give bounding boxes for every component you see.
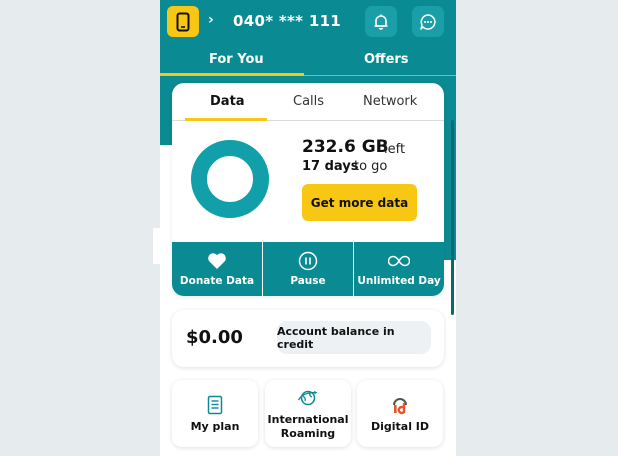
balance-card: $0.00 Account balance in credit xyxy=(172,310,444,367)
quick-actions: Donate Data Pause Unlimited Day xyxy=(172,242,444,296)
unlimited-day-button[interactable]: Unlimited Day xyxy=(353,242,444,296)
phone-icon[interactable] xyxy=(167,6,199,37)
tab-for-you[interactable]: For You xyxy=(209,52,264,67)
data-remaining-donut xyxy=(191,140,269,218)
pause-icon xyxy=(298,251,318,271)
bell-icon[interactable] xyxy=(365,6,397,37)
days-remaining-suffix: to go xyxy=(354,159,388,174)
international-roaming-label: International Roaming xyxy=(267,412,349,440)
days-remaining: 17 days xyxy=(302,159,359,174)
tab-network[interactable]: Network xyxy=(363,94,417,109)
app-screen: › 040* *** 111 For You Offers Data Calls… xyxy=(160,0,456,456)
tab-calls[interactable]: Calls xyxy=(293,94,324,109)
usage-tabs: Data Calls Network xyxy=(172,83,444,121)
digital-id-tile[interactable]: Digital ID xyxy=(357,380,443,447)
scrollbar[interactable] xyxy=(451,120,454,315)
unlimited-day-label: Unlimited Day xyxy=(357,275,441,287)
chevron-right-icon[interactable]: › xyxy=(208,12,214,28)
donate-data-label: Donate Data xyxy=(179,275,255,287)
get-more-data-button[interactable]: Get more data xyxy=(302,184,417,221)
balance-amount: $0.00 xyxy=(186,327,243,348)
globe-plane-icon xyxy=(297,387,319,409)
pause-label: Pause xyxy=(290,275,326,287)
pause-button[interactable]: Pause xyxy=(262,242,353,296)
active-tab-indicator xyxy=(160,73,304,76)
digital-id-label: Digital ID xyxy=(370,419,430,433)
phone-number[interactable]: 040* *** 111 xyxy=(233,12,341,30)
my-plan-label: My plan xyxy=(190,419,240,433)
digital-id-icon xyxy=(391,394,409,416)
app-header: › 040* *** 111 xyxy=(160,0,456,44)
donate-data-button[interactable]: Donate Data xyxy=(172,242,262,296)
balance-status-badge[interactable]: Account balance in credit xyxy=(277,321,431,354)
infinity-icon xyxy=(388,251,410,271)
tab-data[interactable]: Data xyxy=(210,94,245,109)
data-remaining-amount: 232.6 GB xyxy=(302,137,389,157)
usage-tab-indicator xyxy=(185,118,267,121)
tab-offers[interactable]: Offers xyxy=(364,52,409,67)
chat-icon[interactable] xyxy=(412,6,444,37)
heart-icon xyxy=(207,251,227,271)
document-icon xyxy=(207,394,223,416)
data-remaining-suffix: left xyxy=(384,142,406,157)
main-tabs: For You Offers xyxy=(160,44,456,76)
international-roaming-tile[interactable]: International Roaming xyxy=(265,380,351,447)
usage-card: Data Calls Network 232.6 GB left 17 days… xyxy=(172,83,444,296)
data-remaining-arc xyxy=(191,140,269,218)
my-plan-tile[interactable]: My plan xyxy=(172,380,258,447)
